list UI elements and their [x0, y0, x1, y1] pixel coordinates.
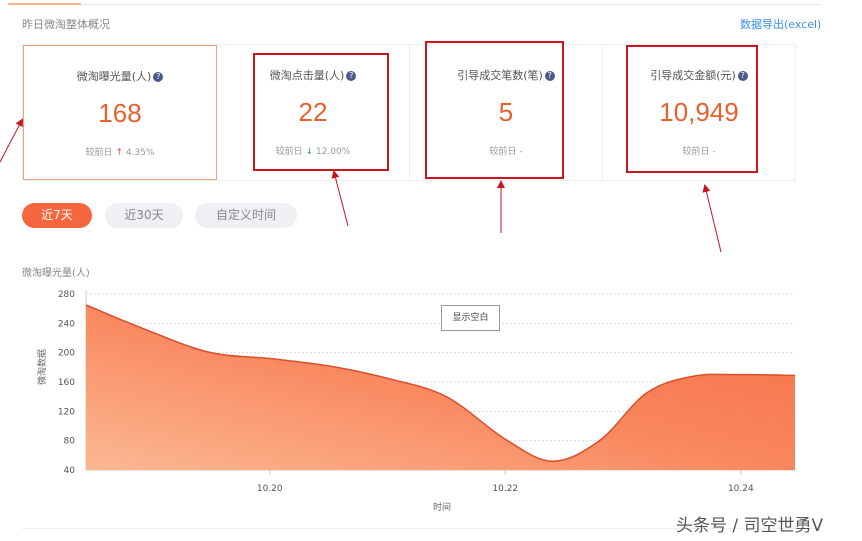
y-tick-label: 280 [58, 290, 75, 300]
watermark: 头条号 / 司空世勇V [676, 516, 824, 536]
y-tick-label: 160 [58, 378, 75, 388]
exposure-chart: 40 80 120 160 200 240 280 10.20 10.22 10.24 时间 微淘… [36, 290, 796, 513]
y-tick-label: 120 [58, 407, 75, 417]
y-axis-label: 微淘数据 [36, 349, 48, 385]
x-tick-label: 10.24 [728, 484, 754, 494]
y-tick-label: 200 [58, 349, 75, 359]
x-axis-label: 时间 [433, 501, 451, 513]
y-tick-label: 240 [58, 319, 75, 329]
y-tick-label: 40 [64, 466, 76, 476]
show-blank-button[interactable]: 显示空白 [441, 305, 500, 331]
y-tick-label: 80 [64, 437, 76, 447]
x-tick-label: 10.20 [257, 484, 283, 494]
x-tick-label: 10.22 [492, 484, 518, 494]
